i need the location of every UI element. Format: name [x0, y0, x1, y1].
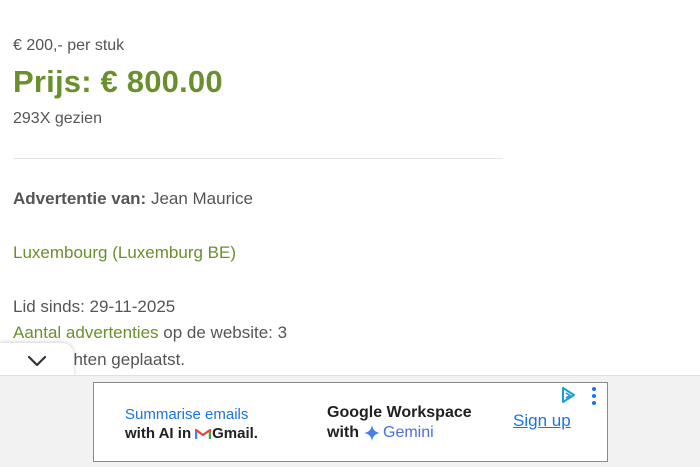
view-count: 293X gezien: [13, 110, 102, 127]
ad-headline: Summarise emails with AI in Gmail.: [125, 405, 258, 443]
gemini-sparkle-icon: [364, 425, 380, 441]
ads-count-line: Aantal advertenties op de website: 3: [13, 323, 287, 343]
ad-banner[interactable]: Summarise emails with AI in Gmail. Googl…: [93, 382, 608, 462]
divider: [13, 158, 503, 159]
ads-count-link[interactable]: Aantal advertenties: [13, 323, 159, 342]
gmail-icon: [195, 428, 212, 439]
ad-brand: Google Workspace with Gemini: [327, 403, 472, 443]
seller-location-link[interactable]: Luxembourg (Luxemburg BE): [13, 243, 236, 263]
ads-count-suffix: op de website: 3: [163, 323, 288, 342]
ad-gmail-label: Gmail.: [212, 425, 258, 442]
seller-name: Jean Maurice: [150, 189, 253, 208]
ad-headline-line2: with AI in Gmail.: [125, 424, 258, 443]
price-total: Prijs: € 800.00: [13, 64, 223, 99]
adchoices-icon[interactable]: [559, 386, 577, 409]
price-per-unit: € 200,- per stuk: [13, 37, 125, 54]
chevron-down-icon: [27, 355, 47, 366]
more-vertical-icon[interactable]: [592, 387, 598, 408]
collapse-ad-button[interactable]: [0, 343, 74, 378]
ad-brand-line1: Google Workspace: [327, 404, 472, 421]
seller-label: Advertentie van:: [13, 189, 147, 208]
ad-sign-up-link[interactable]: Sign up: [513, 411, 571, 431]
ad-brand-line2: with Gemini: [327, 423, 472, 443]
ad-brand-prefix: with: [327, 424, 359, 441]
ad-headline-prefix: with AI in: [125, 425, 192, 442]
ad-gemini-label: Gemini: [383, 424, 434, 441]
ad-headline-line1: Summarise emails: [125, 406, 249, 423]
seller-line: Advertentie van: Jean Maurice: [13, 189, 253, 209]
member-since: Lid sinds: 29-11-2025: [13, 297, 176, 316]
